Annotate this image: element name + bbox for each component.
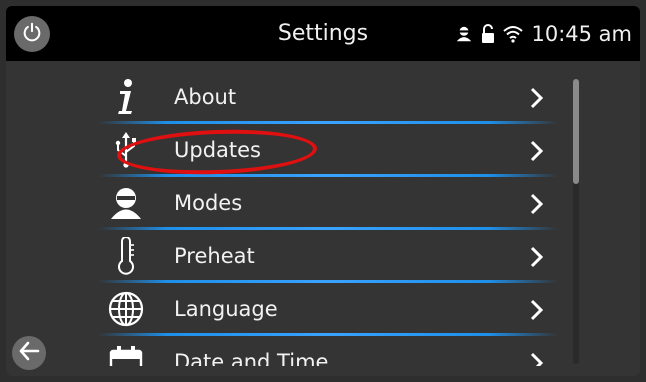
wifi-icon (503, 25, 524, 43)
power-button[interactable] (14, 16, 50, 52)
arrow-left-icon (18, 340, 40, 366)
globe-icon (108, 291, 144, 327)
menu-item-label: About (174, 85, 237, 109)
scrollbar-thumb[interactable] (573, 79, 579, 184)
chevron-right-icon (530, 140, 544, 166)
menu-item-label: Preheat (174, 244, 255, 268)
chevron-right-icon (530, 193, 544, 219)
menu-item-preheat[interactable]: Preheat (98, 230, 558, 283)
menu-item-date-and-time[interactable]: Date and Time (98, 336, 558, 366)
user-profile-icon (108, 185, 144, 221)
clock: 10:45 am (531, 21, 632, 46)
chevron-right-icon (530, 87, 544, 113)
device-screen: Settings 10:45 am About Updates Modes Pr… (6, 6, 640, 376)
chevron-right-icon (530, 352, 544, 366)
menu-item-modes[interactable]: Modes (98, 177, 558, 230)
menu-item-language[interactable]: Language (98, 283, 558, 336)
thermometer-icon (108, 237, 144, 275)
top-bar: Settings 10:45 am (6, 6, 640, 61)
user-icon (455, 25, 473, 43)
status-bar: 10:45 am (455, 6, 632, 61)
menu-item-label: Date and Time (174, 350, 329, 366)
chevron-right-icon (530, 246, 544, 272)
settings-menu: About Updates Modes Preheat Language Dat… (98, 71, 558, 366)
menu-item-label: Language (174, 297, 278, 321)
lock-open-icon (481, 23, 495, 44)
menu-item-label: Modes (174, 191, 243, 215)
back-button[interactable] (12, 336, 46, 370)
calendar-icon (108, 344, 144, 366)
chevron-right-icon (530, 299, 544, 325)
menu-item-about[interactable]: About (98, 71, 558, 124)
power-icon (21, 21, 43, 47)
info-icon (108, 79, 144, 115)
scrollbar[interactable] (573, 79, 579, 364)
